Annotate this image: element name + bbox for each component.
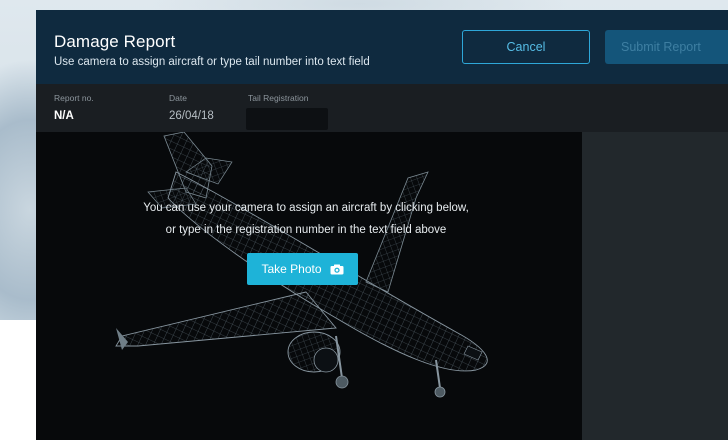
aircraft-wireframe-image [115,132,488,398]
report-no-label: Report no. [54,93,94,103]
submit-report-button[interactable]: Submit Report [605,30,728,64]
take-photo-button[interactable]: Take Photo [247,253,358,285]
take-photo-label: Take Photo [261,262,322,276]
camera-instructions-line1: You can use your camera to assign an air… [143,202,469,214]
page-subtitle: Use camera to assign aircraft or type ta… [54,56,370,68]
background-page [0,320,36,440]
tail-registration-label: Tail Registration [248,93,309,103]
damage-report-window: Damage Report Use camera to assign aircr… [36,10,728,440]
header-bar: Damage Report Use camera to assign aircr… [36,10,728,84]
report-info-bar: Report no. N/A Date 26/04/18 Tail Regist… [36,84,728,132]
tail-registration-input[interactable] [246,108,328,130]
cancel-button[interactable]: Cancel [462,30,590,64]
camera-instructions-line2: or type in the registration number in th… [165,224,447,236]
report-no-value: N/A [54,110,74,122]
aircraft-viewer: You can use your camera to assign an air… [36,132,582,440]
side-panel [582,132,728,440]
page-title: Damage Report [54,32,176,51]
camera-icon [330,264,344,274]
date-value: 26/04/18 [169,110,214,122]
date-label: Date [169,93,187,103]
